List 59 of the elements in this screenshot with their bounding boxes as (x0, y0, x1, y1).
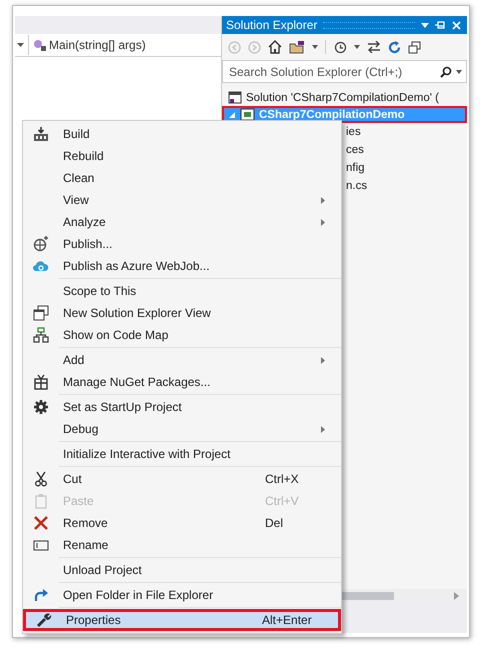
menu-item[interactable]: Manage NuGet Packages... (23, 371, 341, 393)
wrench-icon (36, 612, 52, 628)
cross-icon (33, 515, 49, 531)
menu-item[interactable]: Scope to This (23, 280, 341, 302)
clipboard-icon (33, 493, 49, 509)
search-icon[interactable] (440, 66, 452, 78)
menu-item[interactable]: Properties Alt+Enter (23, 609, 341, 631)
caret-icon[interactable] (354, 45, 360, 49)
collapse-all-icon[interactable] (408, 40, 421, 54)
shortcut-text: Alt+Enter (262, 613, 313, 627)
menu-item[interactable]: Initialize Interactive with Project (23, 443, 341, 465)
windows-icon (33, 305, 49, 321)
gear-icon (33, 399, 49, 415)
package-icon (33, 374, 49, 390)
shortcut-text: Del (265, 516, 284, 530)
menu-item[interactable]: Show on Code Map (23, 324, 341, 346)
search-field[interactable]: Search Solution Explorer (Ctrl+;) (222, 60, 467, 83)
caret-icon[interactable] (312, 45, 318, 49)
menu-item[interactable]: Cut Ctrl+X (23, 468, 341, 490)
menu-item[interactable]: Add (23, 349, 341, 371)
submenu-arrow-icon (321, 356, 325, 364)
menu-item[interactable]: Publish as Azure WebJob... (23, 255, 341, 277)
menu-item[interactable]: View (23, 189, 341, 211)
menu-item[interactable]: Analyze (23, 211, 341, 233)
build-icon (33, 126, 49, 142)
menu-item[interactable]: Publish... (23, 233, 341, 255)
caret-icon[interactable] (17, 43, 24, 47)
menu-item[interactable]: Set as StartUp Project (23, 396, 341, 418)
pin-icon[interactable] (435, 21, 446, 29)
globe-icon (33, 236, 49, 252)
menu-item[interactable]: Rename (23, 534, 341, 556)
submenu-arrow-icon (321, 196, 325, 204)
folder-icon[interactable] (289, 40, 305, 54)
home-icon[interactable] (268, 40, 282, 54)
shortcut-text: Ctrl+V (265, 494, 300, 508)
method-icon (33, 39, 46, 51)
menu-item[interactable]: Remove Del (23, 512, 341, 534)
menu-item[interactable]: Debug (23, 418, 341, 440)
menu-item[interactable]: Rebuild (23, 145, 341, 167)
close-icon[interactable] (452, 20, 461, 30)
sync-icon[interactable] (367, 41, 381, 53)
menu-item[interactable]: New Solution Explorer View (23, 302, 341, 324)
menu-item[interactable]: Build (23, 123, 341, 145)
refresh-icon[interactable] (388, 40, 401, 54)
menu-item[interactable]: Unload Project (23, 559, 341, 581)
solution-icon (228, 91, 242, 104)
submenu-arrow-icon (321, 218, 325, 226)
dropdown-icon[interactable] (421, 22, 429, 28)
tree-item[interactable]: Solution 'CSharp7CompilationDemo' ( (222, 89, 467, 106)
panel-title: Solution Explorer (226, 18, 318, 32)
caret-icon[interactable] (456, 70, 462, 74)
scissors-icon (33, 471, 49, 487)
shortcut-text: Ctrl+X (265, 472, 300, 486)
menu-item[interactable]: Open Folder in File Explorer (23, 584, 341, 606)
curved-arrow-icon (33, 587, 49, 603)
submenu-arrow-icon (321, 426, 325, 432)
menu-item[interactable]: Clean (23, 167, 341, 189)
diagram-icon (33, 327, 49, 343)
history-icon[interactable] (333, 40, 347, 54)
